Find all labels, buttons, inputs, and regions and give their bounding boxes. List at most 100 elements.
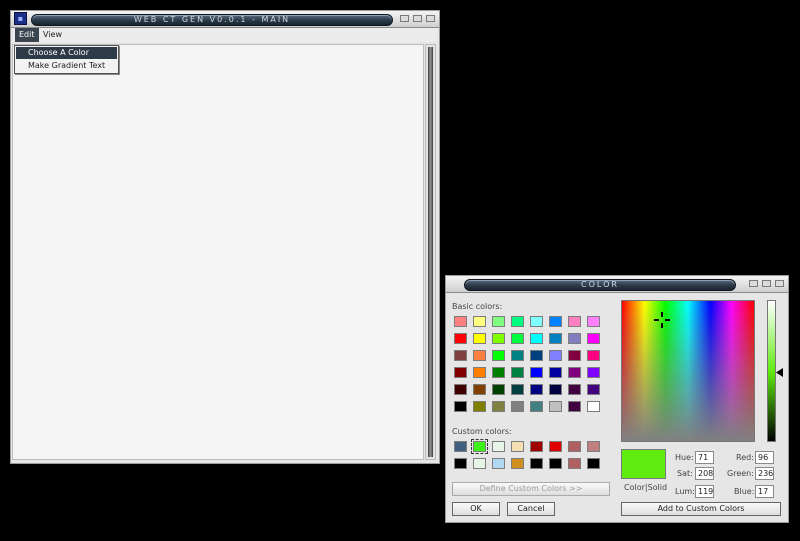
basic-color-swatch[interactable] [511,316,524,327]
basic-color-swatch[interactable] [587,316,600,327]
basic-color-swatch[interactable] [568,384,581,395]
basic-color-swatch[interactable] [530,401,543,412]
basic-color-swatch[interactable] [549,401,562,412]
basic-color-swatch[interactable] [492,401,505,412]
color-title-bar[interactable]: COLOR [446,276,788,293]
basic-color-swatch[interactable] [568,401,581,412]
custom-colors-label: Custom colors: [452,427,512,436]
minimize-button[interactable] [400,15,409,22]
luminance-arrow-icon[interactable] [776,368,783,377]
ok-button[interactable]: OK [452,502,500,516]
basic-color-swatch[interactable] [473,316,486,327]
basic-color-swatch[interactable] [587,384,600,395]
custom-color-swatch[interactable] [587,458,600,469]
basic-colors-label: Basic colors: [452,302,503,311]
green-field[interactable]: 236 [755,467,774,480]
hue-field[interactable]: 71 [695,451,714,464]
basic-color-swatch[interactable] [473,350,486,361]
custom-color-swatch[interactable] [549,441,562,452]
basic-color-swatch[interactable] [511,384,524,395]
basic-color-swatch[interactable] [454,350,467,361]
basic-color-swatch[interactable] [549,333,562,344]
custom-color-swatch[interactable] [492,458,505,469]
main-vertical-scrollbar[interactable] [425,44,436,460]
custom-color-swatch[interactable] [511,441,524,452]
lum-field[interactable]: 119 [695,485,714,498]
basic-color-swatch[interactable] [473,367,486,378]
menu-edit[interactable]: Edit [15,28,39,42]
basic-color-swatch[interactable] [473,384,486,395]
green-label: Green: [727,469,754,478]
basic-color-swatch[interactable] [511,367,524,378]
app-icon[interactable]: ▪ [14,12,27,25]
custom-color-swatch[interactable] [530,441,543,452]
basic-color-swatch[interactable] [492,333,505,344]
basic-color-swatch[interactable] [530,367,543,378]
basic-color-swatch[interactable] [473,333,486,344]
basic-color-swatch[interactable] [568,350,581,361]
dialog-minimize-button[interactable] [749,280,758,287]
basic-color-swatch[interactable] [492,384,505,395]
basic-color-swatch[interactable] [530,350,543,361]
basic-color-swatch[interactable] [511,401,524,412]
crosshair-icon [654,312,670,328]
basic-color-swatch[interactable] [454,333,467,344]
basic-color-swatch[interactable] [511,350,524,361]
maximize-button[interactable] [413,15,422,22]
scrollbar-thumb[interactable] [428,47,433,457]
basic-color-swatch[interactable] [492,367,505,378]
custom-color-swatch[interactable] [471,439,488,454]
basic-color-swatch[interactable] [530,384,543,395]
basic-color-swatch[interactable] [454,401,467,412]
define-custom-colors-button[interactable]: Define Custom Colors >> [452,482,610,496]
sat-field[interactable]: 208 [695,467,714,480]
custom-color-swatch[interactable] [587,441,600,452]
basic-color-swatch[interactable] [549,384,562,395]
color-spectrum[interactable] [621,300,755,442]
basic-color-swatch[interactable] [587,401,600,412]
basic-color-swatch[interactable] [587,350,600,361]
luminance-slider[interactable] [767,300,776,442]
close-button[interactable] [426,15,435,22]
basic-color-swatch[interactable] [549,350,562,361]
menu-item-choose-color[interactable]: Choose A Color [16,47,117,59]
dialog-close-button[interactable] [775,280,784,287]
custom-color-swatch[interactable] [568,458,581,469]
menu-view[interactable]: View [39,28,66,42]
custom-color-swatch[interactable] [492,441,505,452]
basic-color-swatch[interactable] [568,333,581,344]
custom-color-swatch[interactable] [454,458,467,469]
basic-color-swatch[interactable] [568,316,581,327]
cancel-button[interactable]: Cancel [507,502,555,516]
blue-field[interactable]: 17 [755,485,774,498]
red-field[interactable]: 96 [755,451,774,464]
custom-color-swatch[interactable] [511,458,524,469]
basic-color-swatch[interactable] [492,316,505,327]
main-title-bar[interactable]: ▪ WEB CT GEN V0.0.1 - MAIN [11,11,439,28]
basic-color-swatch[interactable] [511,333,524,344]
sat-label: Sat: [677,469,693,478]
basic-color-swatch[interactable] [454,367,467,378]
edit-dropdown-menu: Choose A Color Make Gradient Text [14,45,119,74]
custom-color-swatch[interactable] [530,458,543,469]
menu-item-make-gradient-text[interactable]: Make Gradient Text [16,60,117,72]
basic-color-swatch[interactable] [530,333,543,344]
basic-color-swatch[interactable] [549,316,562,327]
basic-color-swatch[interactable] [454,316,467,327]
basic-color-swatch[interactable] [492,350,505,361]
basic-color-swatch[interactable] [530,316,543,327]
basic-color-swatch[interactable] [473,401,486,412]
basic-color-swatch[interactable] [568,367,581,378]
dialog-maximize-button[interactable] [762,280,771,287]
basic-color-swatch[interactable] [549,367,562,378]
custom-color-swatch[interactable] [549,458,562,469]
basic-color-swatch[interactable] [454,384,467,395]
custom-color-swatch[interactable] [454,441,467,452]
main-content-area[interactable] [12,44,424,460]
basic-color-swatch[interactable] [587,367,600,378]
basic-color-swatch[interactable] [587,333,600,344]
blue-label: Blue: [734,487,755,496]
custom-color-swatch[interactable] [568,441,581,452]
custom-color-swatch[interactable] [473,458,486,469]
add-to-custom-colors-button[interactable]: Add to Custom Colors [621,502,781,516]
